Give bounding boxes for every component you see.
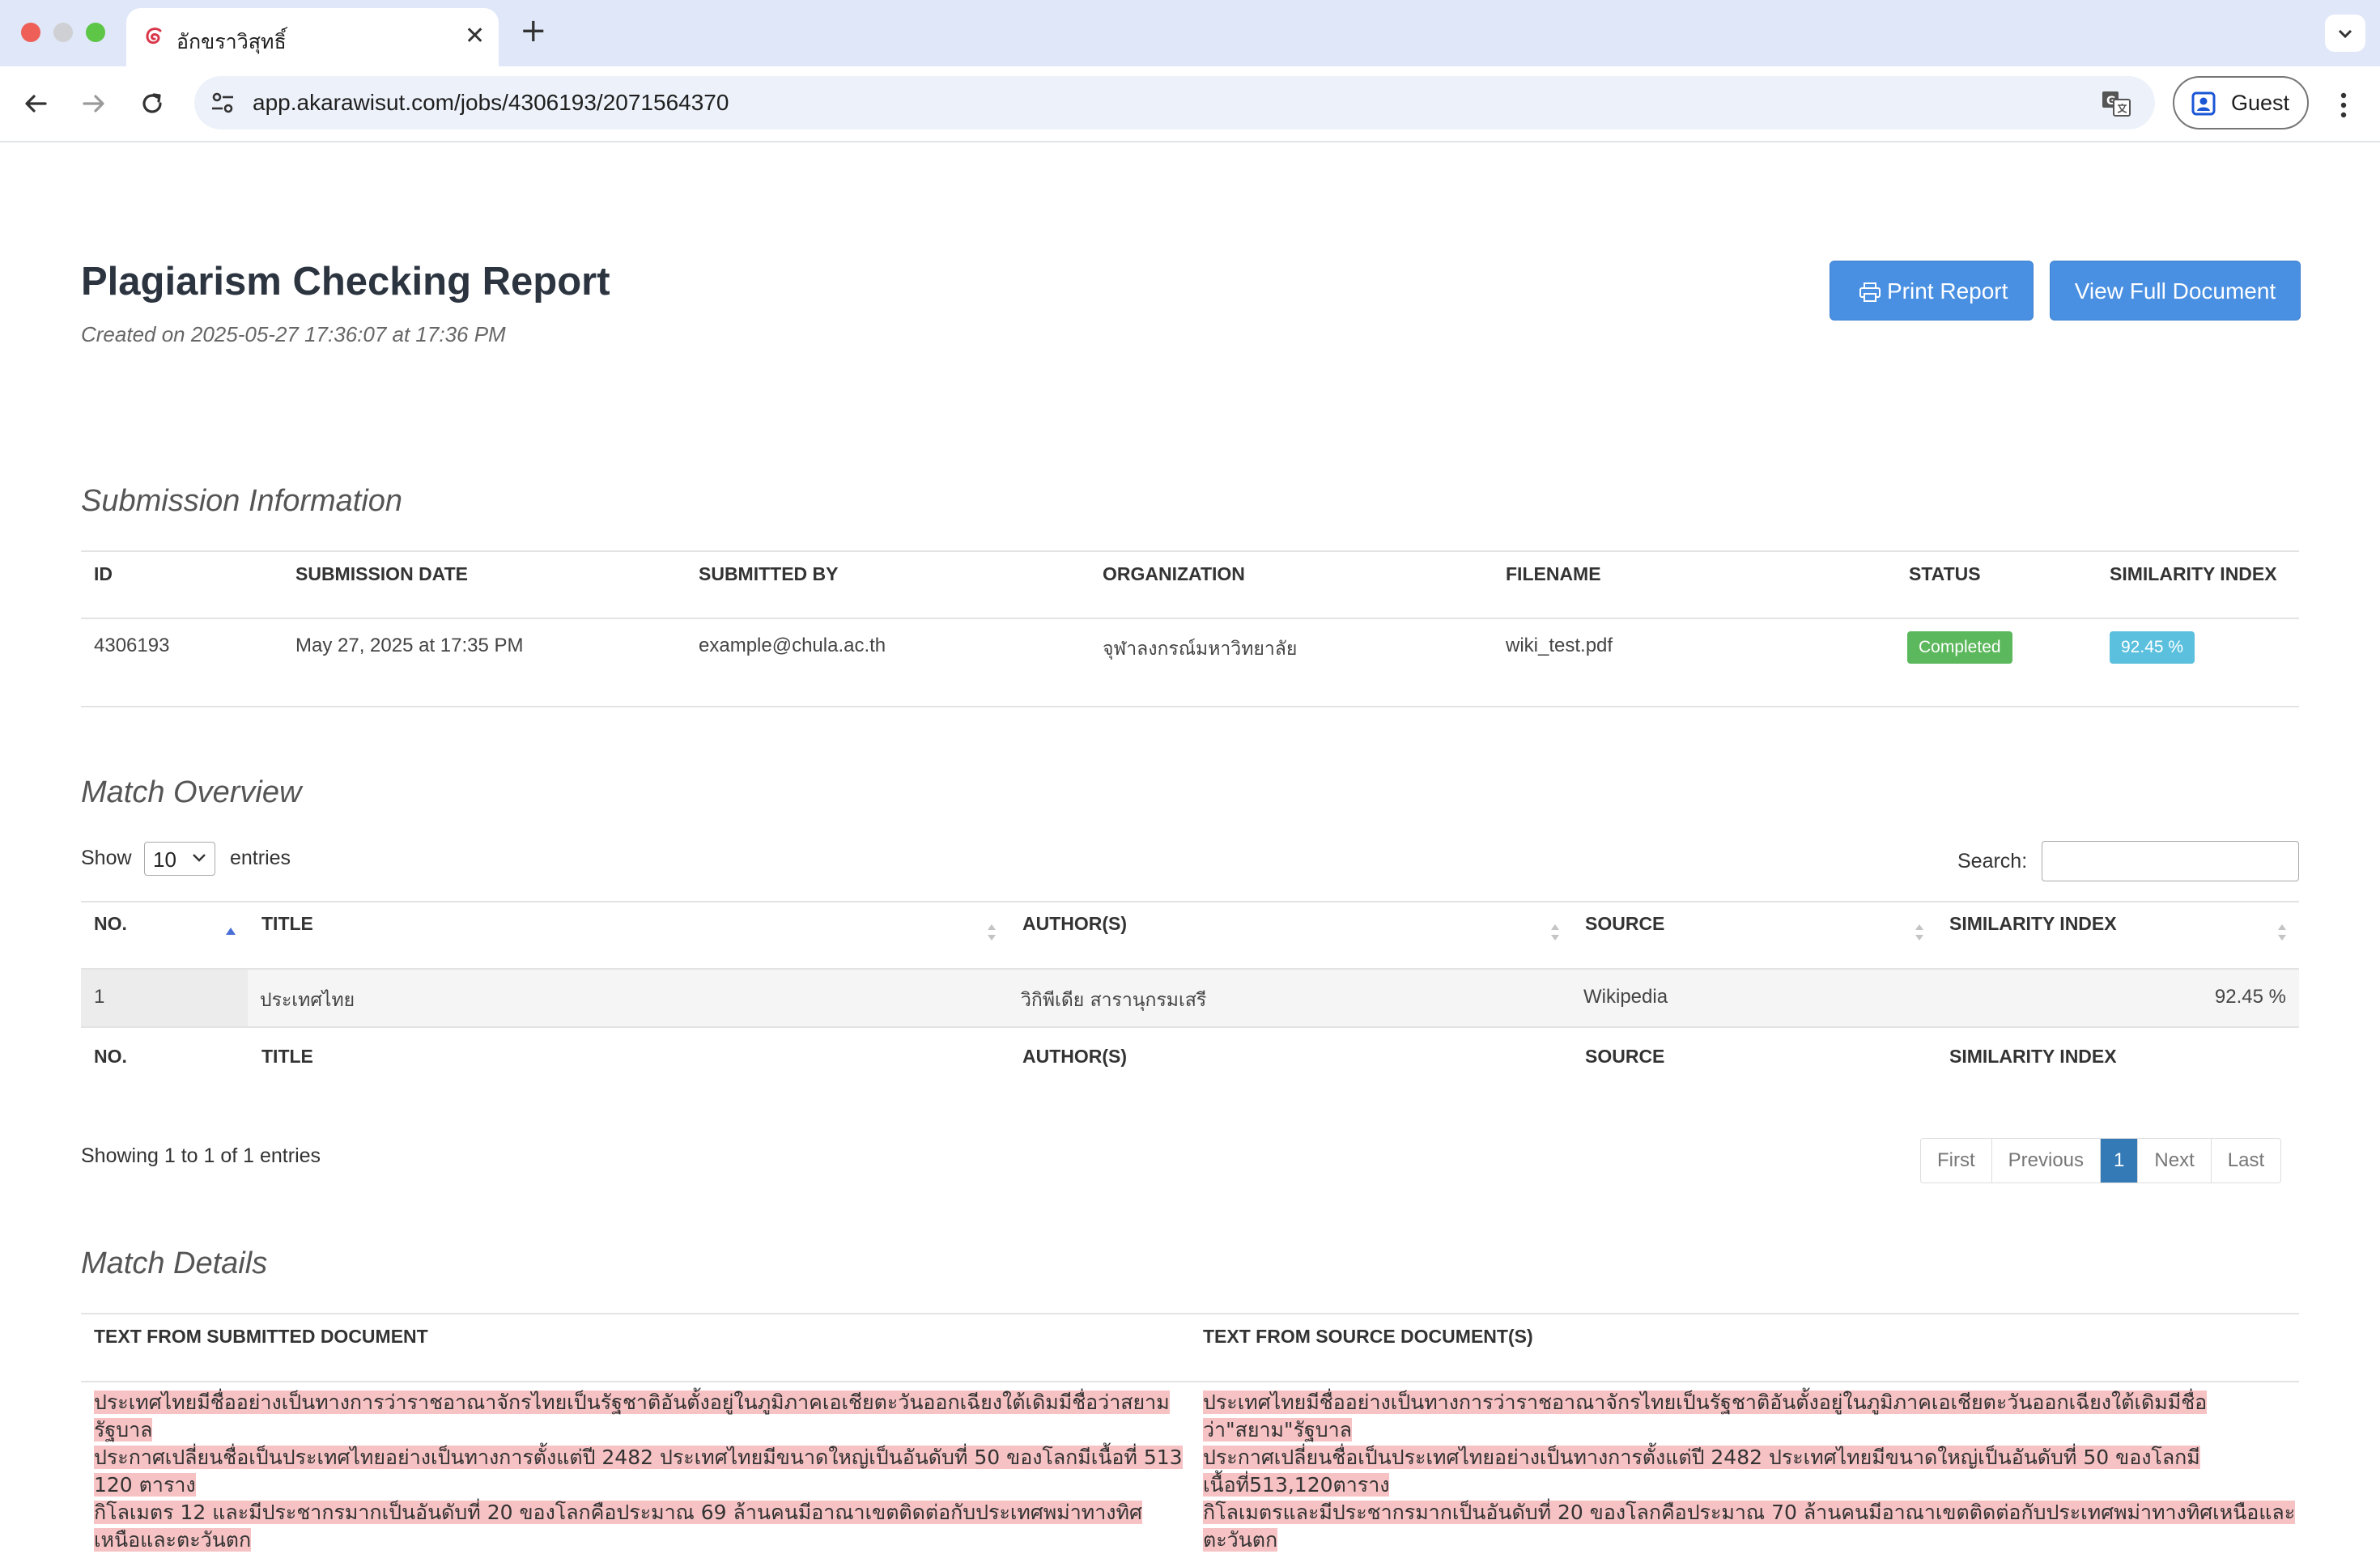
site-info-icon[interactable]	[209, 89, 236, 117]
browser-tab-strip: อักขราวิสุทธิ์ ✕ +	[0, 0, 2380, 66]
match-similarity: 92.45 %	[2214, 986, 2286, 1008]
col-filename: FILENAME	[1506, 563, 1601, 584]
col-status: STATUS	[1909, 563, 1981, 584]
show-label: Show	[81, 847, 132, 869]
entries-per-page-select[interactable]: 10	[144, 842, 215, 876]
footer-col-title: TITLE	[261, 1046, 313, 1067]
col-similarity-index: SIMILARITY INDEX	[2110, 563, 2277, 584]
col-id: ID	[94, 563, 113, 584]
col-source-text: TEXT FROM SOURCE DOCUMENT(S)	[1203, 1326, 1533, 1347]
footer-col-no: NO.	[94, 1046, 127, 1067]
divider	[81, 1381, 2299, 1382]
more-menu-icon[interactable]	[2331, 89, 2356, 121]
footer-col-similarity: SIMILARITY INDEX	[1949, 1046, 2117, 1067]
status-badge: Completed	[1907, 631, 2012, 664]
col-submitted-by: SUBMITTED BY	[699, 563, 839, 584]
print-report-label: Print Report	[1887, 278, 2008, 304]
forward-arrow-icon[interactable]	[78, 87, 110, 120]
printer-icon	[1859, 282, 1881, 302]
divider	[81, 618, 2299, 619]
page-title: Plagiarism Checking Report	[81, 260, 610, 304]
match-authors: วิกิพีเดีย สารานุกรมเสรี	[1021, 990, 1207, 1011]
back-arrow-icon[interactable]	[19, 87, 52, 120]
entries-label: entries	[230, 847, 291, 869]
tab-search-chevron-icon[interactable]	[2325, 15, 2365, 52]
translate-icon[interactable]: G	[2100, 87, 2132, 120]
address-bar[interactable]: app.akarawisut.com/jobs/4306193/20715643…	[194, 76, 2155, 130]
sort-both-icon[interactable]	[1914, 921, 1925, 944]
page-last-button[interactable]: Last	[2212, 1139, 2280, 1182]
submitted-text-block: ประเทศไทยมีชื่ออย่างเป็นทางการว่าราชอาณา…	[94, 1389, 1187, 1554]
sort-both-icon[interactable]	[1549, 921, 1561, 944]
print-report-button[interactable]: Print Report	[1830, 261, 2034, 321]
divider	[81, 1313, 2299, 1314]
minimize-window-button[interactable]	[53, 23, 73, 42]
sort-asc-icon[interactable]	[225, 921, 236, 944]
pagination: First Previous 1 Next Last	[1920, 1138, 2282, 1183]
table-info: Showing 1 to 1 of 1 entries	[81, 1144, 321, 1167]
browser-toolbar: app.akarawisut.com/jobs/4306193/20715643…	[0, 66, 2380, 142]
submission-id: 4306193	[94, 635, 170, 656]
col-no[interactable]: NO.	[94, 913, 127, 935]
chevron-down-icon	[193, 854, 206, 862]
col-authors[interactable]: AUTHOR(S)	[1022, 913, 1127, 935]
search-label: Search:	[1957, 850, 2028, 873]
submitted-line: ประเทศไทยมีชื่ออย่างเป็นทางการว่าราชอาณา…	[94, 1391, 1170, 1441]
divider	[81, 706, 2299, 707]
table-search-input[interactable]	[2042, 841, 2299, 881]
source-line: กิโลเมตรและมีประชากรมากเป็นอันดับที่ 20 …	[1203, 1501, 2296, 1552]
browser-tab-active[interactable]: อักขราวิสุทธิ์ ✕	[126, 8, 499, 66]
col-overview-similarity[interactable]: SIMILARITY INDEX	[1949, 913, 2117, 935]
person-badge-icon	[2191, 91, 2216, 116]
col-source[interactable]: SOURCE	[1585, 913, 1664, 935]
page-previous-button[interactable]: Previous	[1992, 1139, 2102, 1182]
col-organization: ORGANIZATION	[1103, 563, 1245, 584]
profile-guest-button[interactable]: Guest	[2173, 76, 2309, 130]
details-section-title: Match Details	[81, 1246, 268, 1280]
col-submitted-text: TEXT FROM SUBMITTED DOCUMENT	[94, 1326, 428, 1347]
source-line: ประกาศเปลี่ยนชื่อเป็นประเทศไทยอย่างเป็นท…	[1203, 1446, 2200, 1497]
divider	[81, 1026, 2299, 1028]
tab-title: อักขราวิสุทธิ์	[176, 31, 287, 53]
source-text-block: ประเทศไทยมีชื่ออย่างเป็นทางการว่าราชอาณา…	[1203, 1389, 2296, 1554]
maximize-window-button[interactable]	[86, 23, 105, 42]
divider	[81, 901, 2299, 902]
filename: wiki_test.pdf	[1506, 635, 1613, 656]
profile-label: Guest	[2231, 91, 2290, 115]
source-line: ประเทศไทยมีชื่ออย่างเป็นทางการว่าราชอาณา…	[1203, 1391, 2208, 1441]
match-no: 1	[94, 986, 105, 1008]
organization: จุฬาลงกรณ์มหาวิทยาลัย	[1103, 639, 1298, 660]
submission-date: May 27, 2025 at 17:35 PM	[295, 635, 524, 656]
similarity-badge: 92.45 %	[2110, 631, 2195, 664]
col-title[interactable]: TITLE	[261, 913, 313, 935]
page-next-button[interactable]: Next	[2138, 1139, 2212, 1182]
url-text: app.akarawisut.com/jobs/4306193/20715643…	[253, 90, 729, 115]
site-favicon-icon	[146, 28, 162, 45]
sorted-column-cell	[81, 970, 248, 1026]
new-tab-icon[interactable]: +	[520, 15, 547, 47]
created-date: Created on 2025-05-27 17:36:07 at 17:36 …	[81, 322, 506, 346]
sort-both-icon[interactable]	[2276, 921, 2288, 944]
submitted-line: ประกาศเปลี่ยนชื่อเป็นประเทศไทยอย่างเป็นท…	[94, 1446, 1183, 1497]
footer-col-authors: AUTHOR(S)	[1022, 1046, 1128, 1067]
match-title: ประเทศไทย	[260, 990, 355, 1011]
page-first-button[interactable]: First	[1921, 1139, 1992, 1182]
match-source: Wikipedia	[1583, 986, 1668, 1008]
submitted-by: example@chula.ac.th	[699, 635, 886, 656]
col-submission-date: SUBMISSION DATE	[295, 563, 468, 584]
close-tab-icon[interactable]: ✕	[465, 23, 485, 50]
footer-col-source: SOURCE	[1585, 1046, 1665, 1067]
submitted-line: กิโลเมตร 12 และมีประชากรมากเป็นอันดับที่…	[94, 1501, 1142, 1552]
entries-value: 10	[153, 847, 176, 872]
reload-icon[interactable]	[136, 87, 168, 120]
close-window-button[interactable]	[21, 23, 40, 42]
submission-section-title: Submission Information	[81, 484, 403, 518]
divider	[81, 550, 2299, 552]
sort-both-icon[interactable]	[986, 921, 997, 944]
overview-section-title: Match Overview	[81, 775, 302, 809]
view-full-document-button[interactable]: View Full Document	[2050, 261, 2301, 321]
page-1-button[interactable]: 1	[2101, 1139, 2139, 1182]
